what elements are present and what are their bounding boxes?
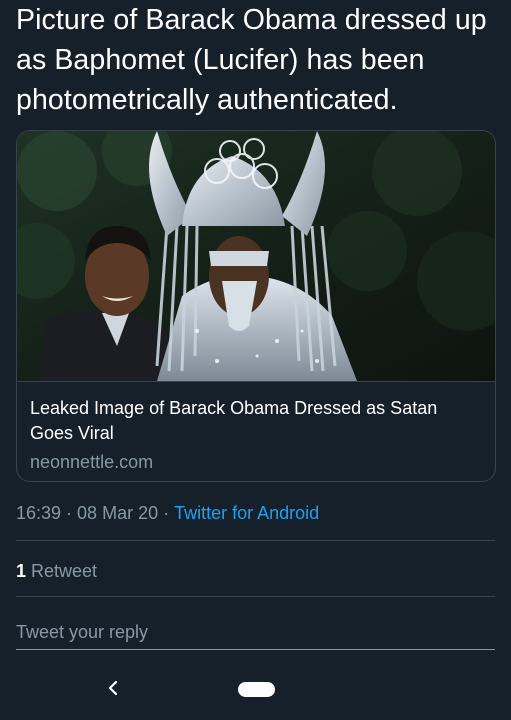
divider	[16, 596, 495, 597]
retweet-stats[interactable]: 1 Retweet	[16, 558, 97, 584]
card-image	[17, 131, 495, 381]
retweet-label: Retweet	[31, 561, 98, 581]
card-domain: neonnettle.com	[30, 452, 154, 472]
tweet-time: 16:39	[16, 503, 62, 523]
meta-separator: ·	[66, 503, 73, 523]
tweet-detail-screen: Picture of Barack Obama dressed up as Ba…	[0, 0, 511, 720]
card-body: Leaked Image of Barack Obama Dressed as …	[17, 381, 495, 481]
tweet-source-link[interactable]: Twitter for Android	[174, 503, 319, 523]
tweet-date: 08 Mar 20	[77, 503, 159, 523]
tweet-meta: 16:39 · 08 Mar 20 · Twitter for Android	[16, 500, 319, 526]
card-title: Leaked Image of Barack Obama Dressed as …	[30, 398, 438, 443]
retweet-count: 1	[16, 561, 27, 581]
divider	[16, 540, 495, 541]
home-pill-icon[interactable]	[238, 682, 275, 697]
system-navigation-bar	[0, 660, 511, 720]
meta-separator: ·	[163, 503, 170, 523]
reply-input[interactable]	[16, 615, 495, 650]
card-photo-illustration	[17, 131, 495, 381]
chevron-left-icon[interactable]	[103, 676, 123, 700]
tweet-text: Picture of Barack Obama dressed up as Ba…	[16, 4, 487, 116]
link-preview-card[interactable]: Leaked Image of Barack Obama Dressed as …	[16, 130, 496, 482]
